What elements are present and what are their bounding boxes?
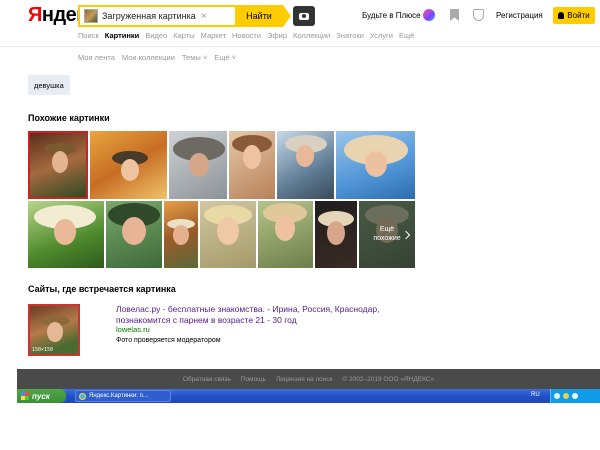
search-query[interactable]: Загруженная картинка (102, 11, 196, 21)
similar-images-grid: Ещё похожие (28, 131, 415, 268)
site-result-url[interactable]: lowelas.ru (116, 325, 150, 334)
start-button[interactable]: пуск (17, 389, 66, 403)
sites-title: Сайты, где встречается картинка (28, 284, 176, 294)
bookmark-icon[interactable] (450, 9, 459, 21)
login-button[interactable]: Войти (553, 7, 595, 24)
tab-experts[interactable]: Знатоки (336, 31, 364, 40)
taskbar-window-item[interactable]: Яндекс.Картинки: п... (75, 390, 171, 402)
uploaded-image-thumbnail (84, 9, 98, 23)
similar-image[interactable] (164, 201, 198, 268)
tab-images[interactable]: Картинки (105, 31, 140, 40)
footer-copyright: © 2002–2019 ООО «ЯНДЕКС» (342, 375, 435, 383)
search-box[interactable]: Загруженная картинка × Найти (78, 5, 291, 27)
login-label: Войти (567, 11, 590, 20)
tab-services[interactable]: Услуги (370, 31, 393, 40)
tab-market[interactable]: Маркет (201, 31, 226, 40)
chevron-right-icon (401, 230, 411, 239)
similar-image[interactable] (28, 131, 88, 199)
footer-help-link[interactable]: Помощь (241, 376, 266, 383)
tab-news[interactable]: Новости (232, 31, 261, 40)
clear-icon[interactable]: × (201, 11, 207, 22)
tray-icon[interactable] (554, 393, 560, 399)
similar-image[interactable] (28, 201, 104, 268)
site-result-note: Фото проверяется модератором (116, 337, 221, 344)
similar-image[interactable] (106, 201, 162, 268)
tab-video[interactable]: Видео (145, 31, 167, 40)
plus-icon[interactable] (423, 9, 435, 21)
language-indicator[interactable]: RU (531, 392, 540, 398)
tab-efir[interactable]: Эфир (267, 31, 287, 40)
page-footer: Обратная связь Помощь Лицензия на поиск … (17, 369, 600, 389)
system-tray: RU (531, 389, 600, 403)
windows-taskbar: пуск Яндекс.Картинки: п... RU (17, 389, 600, 403)
subtab-more[interactable]: Ещё ˅ (214, 53, 236, 62)
footer-feedback-link[interactable]: Обратная связь (183, 376, 231, 383)
similar-image[interactable] (169, 131, 227, 199)
similar-image[interactable] (258, 201, 313, 268)
camera-icon[interactable] (293, 6, 315, 26)
tab-maps[interactable]: Карты (173, 31, 194, 40)
tray-icon[interactable] (563, 393, 569, 399)
similar-image[interactable] (315, 201, 357, 268)
thumbnail-dimensions: 150×150 (32, 347, 54, 353)
site-result-title[interactable]: Ловелас.ру - бесплатные знакомства. - Ир… (116, 304, 406, 326)
tray-icon[interactable] (572, 393, 578, 399)
similar-image[interactable] (277, 131, 334, 199)
taskbar-window-title: Яндекс.Картинки: п... (89, 393, 148, 399)
subtab-my-collections[interactable]: Мои коллекции (122, 53, 175, 62)
more-similar-tile[interactable]: Ещё похожие (359, 201, 415, 268)
tab-more[interactable]: Ещё (399, 31, 414, 40)
find-button[interactable]: Найти (235, 5, 291, 27)
query-tag[interactable]: девушка (28, 75, 70, 95)
tab-collections[interactable]: Коллекции (293, 31, 330, 40)
site-result-thumbnail[interactable]: 150×150 (28, 304, 80, 356)
footer-license-link[interactable]: Лицензия на поиск (276, 376, 333, 383)
tab-search[interactable]: Поиск (78, 31, 99, 40)
similar-image[interactable] (90, 131, 167, 199)
more-similar-line2: похожие (373, 234, 401, 242)
similar-image[interactable] (229, 131, 275, 199)
service-tabs: Поиск Картинки Видео Карты Маркет Новост… (78, 31, 414, 40)
logo-first-letter: Я (28, 4, 42, 26)
tabs-divider (0, 46, 600, 47)
plus-link[interactable]: Будьте в Плюсе (362, 11, 421, 20)
browser-icon (79, 392, 86, 400)
windows-logo-icon (21, 392, 29, 400)
sub-tabs: Моя лента Мои коллекции Темы ˅ Ещё ˅ (78, 53, 236, 62)
subtab-themes[interactable]: Темы ˅ (182, 53, 207, 62)
register-link[interactable]: Регистрация (496, 11, 543, 20)
subtab-my-feed[interactable]: Моя лента (78, 53, 115, 62)
similar-images-title: Похожие картинки (28, 113, 110, 123)
start-label: пуск (32, 391, 50, 401)
shield-icon[interactable] (473, 9, 484, 21)
more-similar-line1: Ещё (379, 226, 395, 234)
similar-image[interactable] (336, 131, 415, 199)
user-icon (558, 12, 565, 19)
similar-image[interactable] (200, 201, 256, 268)
